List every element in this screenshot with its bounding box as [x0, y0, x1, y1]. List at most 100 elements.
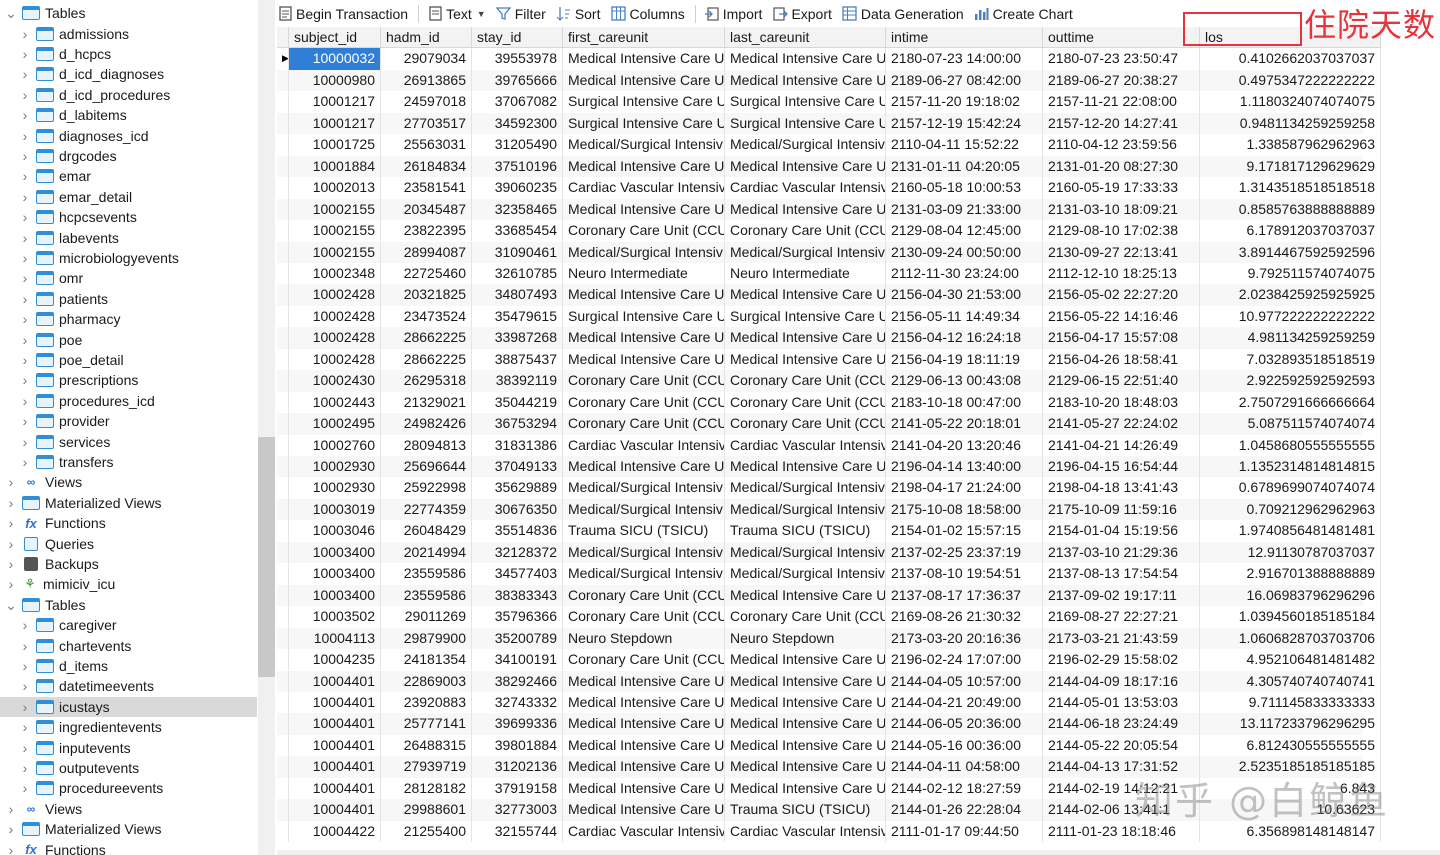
cell-first-careunit[interactable]: Medical/Surgical Intensiv — [563, 241, 725, 263]
cell-hadm-id[interactable]: 28662225 — [381, 327, 472, 349]
cell-subject-id[interactable]: 10003400 — [289, 541, 381, 564]
tree-item-labevents[interactable]: › labevents — [0, 227, 257, 247]
cell-last-careunit[interactable]: Medical/Surgical Intensiv — [725, 134, 886, 156]
chevron-right-icon[interactable]: › — [18, 26, 32, 42]
cell-subject-id[interactable]: 10002155 — [289, 220, 381, 242]
cell-intime[interactable]: 2175-10-08 18:58:00 — [886, 498, 1043, 521]
table-row[interactable]: 10000980 26913865 39765666 Medical Intensiv… — [277, 69, 1381, 92]
cell-stay-id[interactable]: 31090461 — [472, 241, 563, 263]
cell-los[interactable]: 1.1352314814814815 — [1200, 456, 1381, 478]
cell-outtime[interactable]: 2144-05-22 20:05:54 — [1043, 734, 1200, 757]
cell-hadm-id[interactable]: 29079034 — [381, 48, 472, 70]
table-row[interactable]: 10002348 22725460 32610785 Neuro Intermedia… — [277, 262, 1381, 285]
chevron-right-icon[interactable]: › — [18, 107, 32, 123]
cell-los[interactable]: 10.977222222222222 — [1200, 305, 1381, 328]
cell-last-careunit[interactable]: Medical Intensive Care U — [725, 734, 886, 757]
cell-intime[interactable]: 2144-02-12 18:27:59 — [886, 777, 1043, 800]
cell-los[interactable]: 1.1180324074074075 — [1200, 91, 1381, 113]
cell-stay-id[interactable]: 34807493 — [472, 284, 563, 306]
chevron-right-icon[interactable]: › — [4, 515, 18, 531]
tree-item-tables[interactable]: ⌄ Tables — [0, 595, 257, 615]
sort-button[interactable]: Sort — [556, 6, 601, 22]
column-header-subject-id[interactable]: subject_id — [289, 27, 381, 49]
cell-subject-id[interactable]: 10001884 — [289, 155, 381, 178]
cell-los[interactable]: 7.032893518518519 — [1200, 348, 1381, 371]
cell-intime[interactable]: 2156-04-12 16:24:18 — [886, 327, 1043, 349]
chevron-right-icon[interactable]: › — [18, 638, 32, 654]
cell-stay-id[interactable]: 35629889 — [472, 477, 563, 499]
cell-outtime[interactable]: 2196-02-29 15:58:02 — [1043, 649, 1200, 671]
chevron-down-icon[interactable]: ⌄ — [4, 598, 18, 612]
chevron-right-icon[interactable]: › — [18, 168, 32, 184]
tree-item-provider[interactable]: › provider — [0, 411, 257, 431]
cell-outtime[interactable]: 2175-10-09 11:59:16 — [1043, 498, 1200, 521]
cell-last-careunit[interactable]: Medical/Surgical Intensiv — [725, 541, 886, 564]
row-marker[interactable] — [277, 541, 289, 564]
cell-outtime[interactable]: 2110-04-12 23:59:56 — [1043, 134, 1200, 156]
cell-last-careunit[interactable]: Cardiac Vascular Intensiv — [725, 177, 886, 199]
row-marker[interactable] — [277, 477, 289, 499]
table-row[interactable]: 10002495 24982426 36753294 Coronary Care Un… — [277, 413, 1381, 435]
cell-first-careunit[interactable]: Medical/Surgical Intensiv — [563, 134, 725, 156]
tree-item-materialized-views[interactable]: › Materialized Views — [0, 819, 257, 839]
cell-intime[interactable]: 2144-04-11 04:58:00 — [886, 756, 1043, 778]
cell-stay-id[interactable]: 33987268 — [472, 327, 563, 349]
import-button[interactable]: Import — [704, 6, 762, 22]
tree-item-transfers[interactable]: › transfers — [0, 452, 257, 472]
cell-intime[interactable]: 2156-04-30 21:53:00 — [886, 284, 1043, 306]
cell-intime[interactable]: 2183-10-18 00:47:00 — [886, 391, 1043, 414]
cell-hadm-id[interactable]: 25563031 — [381, 134, 472, 156]
cell-stay-id[interactable]: 38383343 — [472, 584, 563, 607]
cell-subject-id[interactable]: 10004401 — [289, 777, 381, 800]
row-marker[interactable] — [277, 413, 289, 435]
cell-intime[interactable]: 2141-05-22 20:18:01 — [886, 413, 1043, 435]
row-marker[interactable] — [277, 627, 289, 650]
chevron-right-icon[interactable]: › — [4, 576, 18, 592]
tree-item-emar[interactable]: › emar — [0, 166, 257, 186]
cell-intime[interactable]: 2157-12-19 15:42:24 — [886, 112, 1043, 135]
cell-first-careunit[interactable]: Medical Intensive Care U — [563, 691, 725, 714]
tree-item-diagnoses-icd[interactable]: › diagnoses_icd — [0, 125, 257, 145]
cell-los[interactable]: 0.709212962962963 — [1200, 498, 1381, 521]
tree-item-caregiver[interactable]: › caregiver — [0, 615, 257, 635]
row-marker[interactable] — [277, 262, 289, 285]
cell-hadm-id[interactable]: 27703517 — [381, 112, 472, 135]
cell-stay-id[interactable]: 39765666 — [472, 69, 563, 92]
cell-stay-id[interactable]: 39801884 — [472, 734, 563, 757]
cell-first-careunit[interactable]: Medical Intensive Care U — [563, 198, 725, 221]
row-marker[interactable] — [277, 112, 289, 135]
tree-item-views[interactable]: › ∞ Views — [0, 472, 257, 492]
chevron-right-icon[interactable]: › — [18, 413, 32, 429]
cell-first-careunit[interactable]: Medical Intensive Care U — [563, 327, 725, 349]
cell-los[interactable]: 4.305740740740741 — [1200, 670, 1381, 692]
table-row[interactable]: 10004113 29879900 35200789 Neuro Stepdown Ne… — [277, 627, 1381, 650]
cell-outtime[interactable]: 2112-12-10 18:25:13 — [1043, 262, 1200, 285]
cell-first-careunit[interactable]: Medical/Surgical Intensiv — [563, 541, 725, 564]
row-marker[interactable] — [277, 434, 289, 456]
cell-subject-id[interactable]: 10004401 — [289, 756, 381, 778]
cell-first-careunit[interactable]: Surgical Intensive Care U — [563, 112, 725, 135]
cell-intime[interactable]: 2141-04-20 13:20:46 — [886, 434, 1043, 456]
cell-first-careunit[interactable]: Coronary Care Unit (CCU — [563, 413, 725, 435]
chevron-right-icon[interactable]: › — [18, 617, 32, 633]
cell-first-careunit[interactable]: Medical Intensive Care U — [563, 777, 725, 800]
chevron-right-icon[interactable]: › — [18, 740, 32, 756]
cell-last-careunit[interactable]: Medical Intensive Care U — [725, 670, 886, 692]
cell-stay-id[interactable]: 33685454 — [472, 220, 563, 242]
table-row[interactable]: 10002428 23473524 35479615 Surgical Intensi… — [277, 305, 1381, 328]
tree-item-d-icd-procedures[interactable]: › d_icd_procedures — [0, 85, 257, 105]
cell-stay-id[interactable]: 32155744 — [472, 820, 563, 843]
cell-intime[interactable]: 2144-04-21 20:49:00 — [886, 691, 1043, 714]
cell-hadm-id[interactable]: 26048429 — [381, 520, 472, 542]
cell-last-careunit[interactable]: Coronary Care Unit (CCU — [725, 391, 886, 414]
cell-stay-id[interactable]: 31202136 — [472, 756, 563, 778]
cell-intime[interactable]: 2144-01-26 22:28:04 — [886, 799, 1043, 821]
cell-outtime[interactable]: 2129-06-15 22:51:40 — [1043, 370, 1200, 392]
cell-los[interactable]: 0.4975347222222222 — [1200, 69, 1381, 92]
cell-los[interactable]: 6.812430555555555 — [1200, 734, 1381, 757]
cell-last-careunit[interactable]: Surgical Intensive Care U — [725, 305, 886, 328]
chevron-right-icon[interactable]: › — [18, 658, 32, 674]
row-marker[interactable] — [277, 606, 289, 628]
table-row[interactable]: 10002013 23581541 39060235 Cardiac Vascular… — [277, 177, 1381, 199]
current-row-indicator-icon[interactable]: ▶ — [277, 48, 289, 70]
